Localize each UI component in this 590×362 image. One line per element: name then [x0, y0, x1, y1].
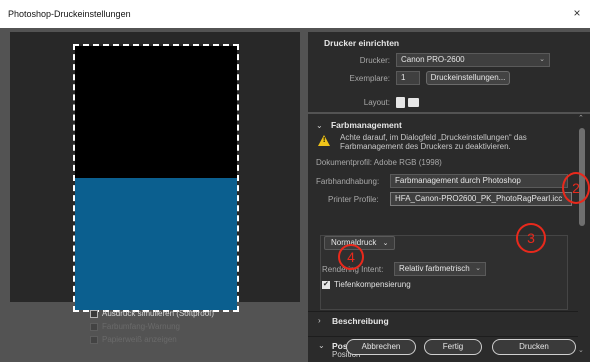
chevron-down-icon: ⌄: [318, 341, 325, 350]
chevron-down-icon: ⌄: [539, 56, 545, 63]
rendering-intent-select[interactable]: Relativ farbmetrisch ⌄: [394, 262, 486, 276]
annotation-3: 3: [516, 223, 546, 253]
done-button[interactable]: Fertig: [424, 339, 482, 355]
paper-white-checkbox: [90, 335, 98, 344]
description-title: Beschreibung: [332, 316, 389, 326]
scroll-up-icon[interactable]: ⌃: [578, 114, 584, 122]
color-management-header[interactable]: ⌄ Farbmanagement: [316, 120, 402, 130]
settings-pane: Drucker einrichten Drucker: Canon PRO-26…: [308, 28, 590, 362]
color-handling-value: Farbmanagement durch Photoshop: [395, 176, 521, 185]
paper-preview: [73, 44, 239, 312]
printer-profile-label: Printer Profile:: [328, 195, 379, 204]
printer-select[interactable]: Canon PRO-2600 ⌄: [396, 53, 550, 67]
printer-label: Drucker:: [359, 56, 390, 65]
print-button[interactable]: Drucken: [492, 339, 576, 355]
color-handling-select[interactable]: Farbmanagement durch Photoshop: [390, 174, 568, 188]
gamut-warning-label: Farbumfang-Warnung: [102, 322, 180, 331]
color-handling-label: Farbhandhabung:: [316, 177, 380, 186]
chevron-down-icon: ⌄: [316, 121, 323, 130]
chevron-right-icon: ›: [318, 316, 321, 325]
layout-label: Layout:: [363, 98, 390, 107]
window-title: Photoshop-Druckeinstellungen: [8, 9, 131, 19]
portrait-layout-icon[interactable]: [396, 97, 405, 108]
black-point-checkbox[interactable]: [322, 280, 330, 289]
chevron-down-icon: ⌄: [382, 240, 389, 247]
warning-text: Achte darauf, im Dialogfeld „Druckeinste…: [340, 133, 527, 151]
softproof-option[interactable]: Ausdruck simulieren (Softproof): [90, 307, 214, 320]
title-bar: Photoshop-Druckeinstellungen ×: [0, 0, 590, 28]
copies-input[interactable]: 1: [396, 71, 420, 85]
copies-label: Exemplare:: [349, 74, 390, 83]
printer-value: Canon PRO-2600: [401, 55, 465, 64]
preview-options: Ausdruck simulieren (Softproof) Farbumfa…: [90, 307, 214, 346]
printer-profile-select[interactable]: HFA_Canon-PRO2600_PK_PhotoRagPearl.icc: [390, 192, 572, 206]
chevron-down-icon: ⌄: [475, 265, 481, 272]
printer-setup-title: Drucker einrichten: [324, 38, 400, 48]
softproof-label: Ausdruck simulieren (Softproof): [102, 309, 215, 318]
close-icon[interactable]: ×: [570, 6, 584, 20]
printer-setup-section: Drucker einrichten Drucker: Canon PRO-26…: [308, 32, 590, 112]
softproof-checkbox[interactable]: [90, 309, 98, 318]
printer-settings-button[interactable]: Druckeinstellungen...: [426, 71, 510, 85]
description-section-header[interactable]: › Beschreibung: [308, 311, 578, 329]
paper-white-option: Papierweiß anzeigen: [90, 333, 214, 346]
color-management-title: Farbmanagement: [330, 120, 402, 130]
black-point-label: Tiefenkompensierung: [334, 280, 411, 289]
gamut-warning-checkbox: [90, 322, 98, 331]
document-profile: Dokumentprofil: Adobe RGB (1998): [316, 158, 442, 167]
rendering-intent-value: Relativ farbmetrisch: [399, 264, 470, 273]
annotation-4: 4: [338, 244, 364, 270]
landscape-layout-icon[interactable]: [408, 98, 419, 107]
scroll-down-icon[interactable]: ⌄: [578, 346, 584, 354]
preview-blue-area: [75, 178, 237, 310]
preview-black-area: [75, 46, 237, 178]
gamut-warning-option: Farbumfang-Warnung: [90, 320, 214, 333]
printer-profile-value: HFA_Canon-PRO2600_PK_PhotoRagPearl.icc: [395, 194, 563, 203]
annotation-2: 2: [562, 172, 590, 204]
cancel-button[interactable]: Abbrechen: [346, 339, 416, 355]
color-management-section: ⌄ Farbmanagement Achte darauf, im Dialog…: [308, 114, 590, 362]
warning-icon: [318, 135, 330, 146]
paper-white-label: Papierweiß anzeigen: [102, 335, 177, 344]
